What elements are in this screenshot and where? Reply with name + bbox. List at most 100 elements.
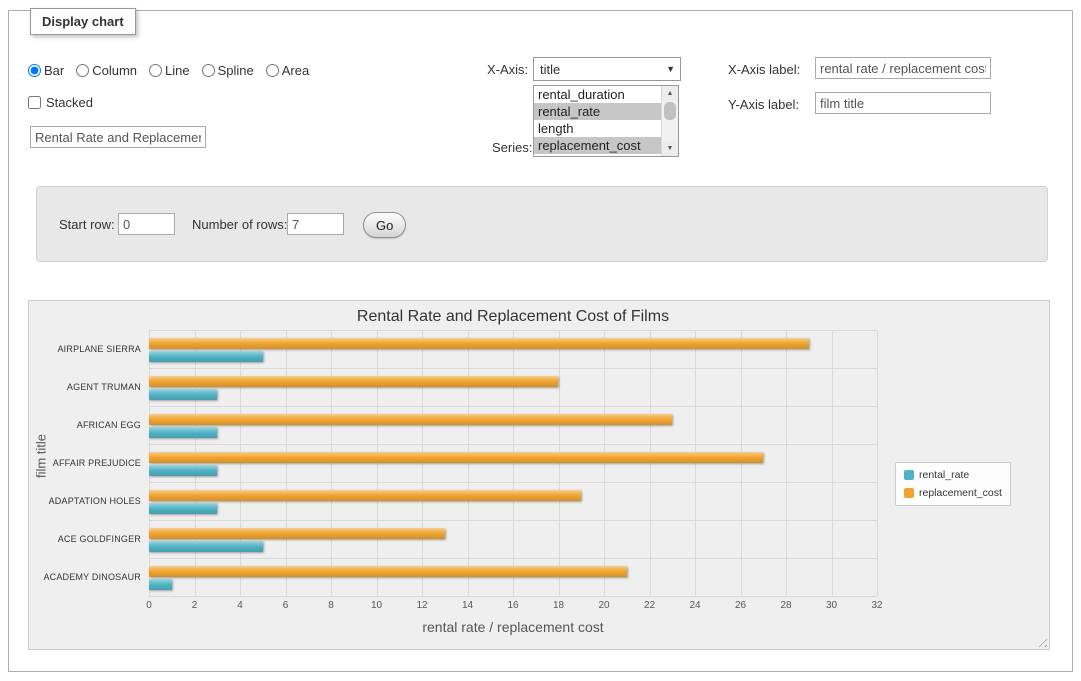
chart-container: Rental Rate and Replacement Cost of Film…	[28, 300, 1050, 650]
start-row-input[interactable]	[118, 213, 175, 235]
replacement_cost-bar	[149, 414, 672, 425]
chart-type-radio-label: Area	[282, 63, 309, 78]
chart-type-option-line[interactable]: Line	[149, 63, 190, 78]
x-tick-label: 22	[644, 600, 655, 611]
stacked-checkbox[interactable]	[28, 96, 41, 109]
chart-type-radio-area[interactable]	[266, 64, 279, 77]
category-label: AGENT TRUMAN	[29, 368, 141, 406]
x-tick-label: 10	[371, 600, 382, 611]
legend-swatch-icon	[904, 470, 914, 480]
legend-item-rental_rate[interactable]: rental_rate	[904, 469, 1002, 481]
xaxis-label-input[interactable]	[815, 57, 991, 79]
stacked-label: Stacked	[46, 95, 93, 110]
chart-type-option-bar[interactable]: Bar	[28, 63, 64, 78]
series-option-rental_duration[interactable]: rental_duration	[534, 86, 661, 103]
x-axis-ticks: 02468101214161820222426283032	[149, 600, 877, 612]
category-label: AFFAIR PREJUDICE	[29, 444, 141, 482]
legend-label: replacement_cost	[919, 487, 1002, 499]
replacement_cost-bar	[149, 338, 809, 349]
x-tick-label: 20	[598, 600, 609, 611]
bar-rows	[149, 331, 877, 596]
category-label: ACE GOLDFINGER	[29, 520, 141, 558]
xaxis-select[interactable]: title ▼	[533, 57, 681, 81]
rental_rate-bar	[149, 351, 263, 362]
series-scrollbar[interactable]: ▲ ▼	[661, 86, 678, 156]
chart-type-option-column[interactable]: Column	[76, 63, 137, 78]
bar-row	[149, 407, 877, 445]
legend-item-replacement_cost[interactable]: replacement_cost	[904, 487, 1002, 499]
bar-row	[149, 559, 877, 597]
chart-type-radio-bar[interactable]	[28, 64, 41, 77]
series-options: rental_durationrental_ratelengthreplacem…	[534, 86, 661, 154]
scroll-down-icon[interactable]: ▼	[662, 141, 678, 156]
chart-title: Rental Rate and Replacement Cost of Film…	[149, 308, 877, 326]
series-option-rental_rate[interactable]: rental_rate	[534, 103, 661, 120]
scroll-up-icon[interactable]: ▲	[662, 86, 678, 101]
chart-type-option-area[interactable]: Area	[266, 63, 309, 78]
chart-type-radio-group: Bar Column Line Spline Area	[28, 63, 309, 78]
chart-type-option-spline[interactable]: Spline	[202, 63, 254, 78]
start-row-label: Start row:	[59, 217, 115, 232]
row-controls-panel: Start row: Number of rows: Go	[36, 186, 1048, 262]
legend-swatch-icon	[904, 488, 914, 498]
series-multiselect[interactable]: rental_durationrental_ratelengthreplacem…	[533, 85, 679, 157]
rental_rate-bar	[149, 541, 263, 552]
replacement_cost-bar	[149, 566, 627, 577]
stacked-checkbox-row[interactable]: Stacked	[28, 95, 93, 110]
go-button[interactable]: Go	[363, 212, 406, 238]
chevron-down-icon: ▼	[666, 64, 675, 74]
chart-type-radio-label: Column	[92, 63, 137, 78]
xaxis-select-label: X-Axis:	[487, 62, 528, 77]
x-tick-label: 2	[192, 600, 198, 611]
rental_rate-bar	[149, 389, 217, 400]
x-tick-label: 0	[146, 600, 152, 611]
display-chart-page: Display chart Bar Column Line Spline Area St…	[0, 0, 1081, 681]
chart-type-radio-label: Spline	[218, 63, 254, 78]
x-tick-label: 28	[780, 600, 791, 611]
category-labels: AIRPLANE SIERRAAGENT TRUMANAFRICAN EGGAF…	[29, 330, 141, 596]
yaxis-label-label: Y-Axis label:	[728, 97, 799, 112]
chart-type-radio-line[interactable]	[149, 64, 162, 77]
x-axis-title: rental rate / replacement cost	[149, 619, 877, 635]
x-tick-label: 18	[553, 600, 564, 611]
chart-title-input[interactable]	[30, 126, 206, 148]
series-option-replacement_cost[interactable]: replacement_cost	[534, 137, 661, 154]
rental_rate-bar	[149, 465, 217, 476]
display-chart-panel: Display chart Bar Column Line Spline Area St…	[8, 10, 1073, 672]
legend-label: rental_rate	[919, 469, 969, 481]
category-label: ACADEMY DINOSAUR	[29, 558, 141, 596]
bar-row	[149, 483, 877, 521]
rental_rate-bar	[149, 503, 217, 514]
x-tick-label: 14	[462, 600, 473, 611]
category-label: AIRPLANE SIERRA	[29, 330, 141, 368]
replacement_cost-bar	[149, 376, 558, 387]
x-tick-label: 8	[328, 600, 334, 611]
series-option-length[interactable]: length	[534, 120, 661, 137]
x-tick-label: 30	[826, 600, 837, 611]
gridline	[877, 331, 878, 596]
scrollbar-thumb[interactable]	[664, 102, 676, 120]
x-tick-label: 26	[735, 600, 746, 611]
resize-handle-icon[interactable]	[1035, 635, 1047, 647]
rental_rate-bar	[149, 579, 172, 590]
category-label: ADAPTATION HOLES	[29, 482, 141, 520]
x-tick-label: 32	[871, 600, 882, 611]
replacement_cost-bar	[149, 452, 763, 463]
bar-row	[149, 521, 877, 559]
series-select-label: Series:	[492, 140, 532, 155]
chart-type-radio-column[interactable]	[76, 64, 89, 77]
xaxis-select-value: title	[540, 62, 560, 77]
panel-title: Display chart	[30, 8, 136, 35]
chart-type-radio-label: Line	[165, 63, 190, 78]
num-rows-input[interactable]	[287, 213, 344, 235]
yaxis-label-input[interactable]	[815, 92, 991, 114]
chart-type-radio-label: Bar	[44, 63, 64, 78]
bar-row	[149, 331, 877, 369]
category-label: AFRICAN EGG	[29, 406, 141, 444]
chart-type-radio-spline[interactable]	[202, 64, 215, 77]
replacement_cost-bar	[149, 528, 445, 539]
x-tick-label: 16	[507, 600, 518, 611]
num-rows-label: Number of rows:	[192, 217, 287, 232]
replacement_cost-bar	[149, 490, 581, 501]
plot-area	[149, 330, 877, 596]
